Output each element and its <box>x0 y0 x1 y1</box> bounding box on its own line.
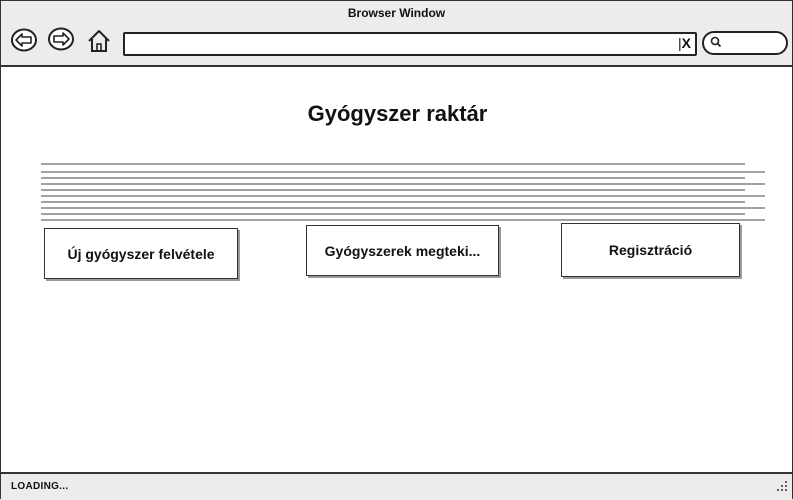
close-icon: X <box>681 35 691 51</box>
home-button[interactable] <box>86 28 112 59</box>
resize-grip-icon[interactable] <box>776 480 788 492</box>
browser-window: Browser Window |X Gyógyszer raktár Új gy… <box>0 0 793 500</box>
forward-arrow-icon <box>48 27 74 51</box>
search-icon <box>710 36 722 48</box>
back-button[interactable] <box>10 28 38 57</box>
view-medicines-label: Gyógyszerek megteki... <box>324 242 481 259</box>
register-button[interactable]: Regisztráció <box>561 223 740 277</box>
forward-button[interactable] <box>47 27 75 56</box>
back-arrow-icon <box>11 28 37 52</box>
status-text: LOADING... <box>11 481 69 492</box>
status-bar: LOADING... <box>1 472 792 500</box>
browser-toolbar: Browser Window |X <box>1 1 792 67</box>
clear-url-button[interactable]: |X <box>678 35 691 51</box>
add-medicine-label: Új gyógyszer felvétele <box>67 245 215 262</box>
text-placeholder-lines <box>41 163 765 221</box>
page-title: Gyógyszer raktár <box>307 101 488 126</box>
add-medicine-button[interactable]: Új gyógyszer felvétele <box>44 228 238 279</box>
view-medicines-button[interactable]: Gyógyszerek megteki... <box>306 225 499 276</box>
register-label: Regisztráció <box>608 242 693 258</box>
home-icon <box>88 30 110 52</box>
window-title: Browser Window <box>347 6 446 20</box>
url-bar[interactable]: |X <box>123 32 697 56</box>
search-input[interactable] <box>702 31 788 55</box>
